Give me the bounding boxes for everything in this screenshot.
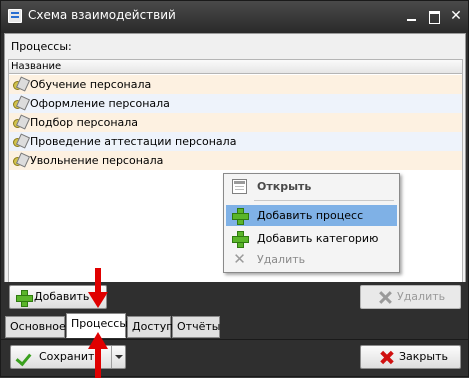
column-header-name[interactable]: Название: [9, 60, 462, 74]
process-icon: [13, 134, 27, 148]
delete-icon: [378, 290, 393, 305]
tab-access[interactable]: Доступ: [127, 316, 173, 338]
plus-icon: [16, 290, 33, 307]
check-icon: [17, 350, 32, 365]
process-icon: [13, 77, 27, 91]
menu-item-delete-label: Удалить: [257, 253, 306, 266]
row-label: Проведение аттестации персонала: [30, 135, 237, 148]
plus-icon: [232, 231, 249, 248]
menu-item-delete[interactable]: ✕ Удалить: [226, 249, 397, 270]
menu-item-open[interactable]: Открыть: [226, 176, 397, 197]
menu-item-open-label: Открыть: [257, 180, 312, 193]
table-row[interactable]: Оформление персонала: [9, 94, 462, 113]
table-row[interactable]: Обучение персонала: [9, 75, 462, 94]
open-window-icon: [232, 179, 247, 194]
row-label: Оформление персонала: [30, 97, 170, 110]
menu-item-add-category[interactable]: Добавить категорию: [226, 228, 397, 249]
close-icon[interactable]: ✕: [448, 8, 464, 24]
add-button-label: Добавить: [34, 290, 90, 303]
annotation-arrow-up: [88, 332, 108, 378]
close-button[interactable]: Закрыть: [360, 345, 461, 369]
process-icon: [13, 96, 27, 110]
delete-button-label: Удалить: [397, 290, 446, 303]
processes-label: Процессы:: [11, 40, 72, 53]
minimize-icon[interactable]: [404, 8, 420, 24]
maximize-icon[interactable]: [426, 8, 442, 24]
table-row[interactable]: Подбор персонала: [9, 113, 462, 132]
menu-item-add-process[interactable]: Добавить процесс: [226, 205, 397, 226]
annotation-arrow-down: [88, 268, 108, 312]
close-x-icon: [379, 350, 394, 365]
table-row[interactable]: Проведение аттестации персонала: [9, 132, 462, 151]
grid-rows: Обучение персонала Оформление персонала …: [9, 75, 462, 170]
close-button-label: Закрыть: [399, 350, 448, 363]
menu-item-add-category-label: Добавить категорию: [257, 232, 379, 245]
tab-main[interactable]: Основное: [5, 316, 66, 338]
plus-icon: [232, 208, 249, 225]
process-icon: [13, 153, 27, 167]
title-bar: Схема взаимодействий ✕: [1, 1, 468, 33]
row-label: Обучение персонала: [30, 78, 152, 91]
delete-icon: ✕: [233, 250, 246, 268]
dialog-window: Схема взаимодействий ✕ Процессы: Названи…: [0, 0, 469, 378]
context-menu: Открыть Добавить процесс Добавить катего…: [223, 173, 400, 273]
app-icon: [8, 9, 22, 23]
menu-separator: [254, 200, 394, 201]
window-title: Схема взаимодействий: [28, 8, 176, 22]
menu-item-add-process-label: Добавить процесс: [257, 209, 364, 222]
process-icon: [13, 115, 27, 129]
save-button[interactable]: Сохранить: [10, 345, 126, 369]
row-label: Увольнение персонала: [30, 154, 164, 167]
row-label: Подбор персонала: [30, 116, 139, 129]
delete-button[interactable]: Удалить: [360, 285, 461, 309]
table-row[interactable]: Увольнение персонала: [9, 151, 462, 170]
tab-reports[interactable]: Отчёты: [172, 316, 220, 338]
save-dropdown-arrow[interactable]: [111, 346, 125, 368]
